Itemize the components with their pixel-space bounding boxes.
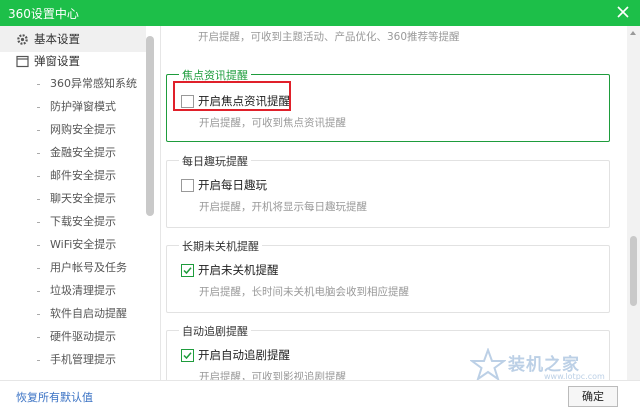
tree-dash [37,199,40,200]
main-scrollbar[interactable] [627,26,640,380]
tree-dash [37,153,40,154]
tree-dash [37,130,40,131]
option-label[interactable]: 开启每日趣玩 [198,177,267,193]
group-daily-fun: 每日趣玩提醒 开启每日趣玩 开启提醒，开机将显示每日趣玩提醒 [166,153,610,228]
group-title: 每日趣玩提醒 [179,153,251,169]
sidebar-item[interactable]: 邮件安全提示 [50,166,116,186]
sidebar-item[interactable]: 金融安全提示 [50,143,116,163]
option-label[interactable]: 开启自动追剧提醒 [198,347,290,363]
tree-dash [37,337,40,338]
tree-dash [37,291,40,292]
sidebar: 基本设置 弹窗设置 360异常感知系统 防护弹窗模式 网购安全提示 金融安全提示… [0,26,161,380]
checkbox-daily-fun[interactable] [181,179,194,192]
ok-button[interactable]: 确定 [568,386,618,407]
tree-dash [37,314,40,315]
sidebar-item[interactable]: 手机管理提示 [50,350,116,370]
scroll-up-icon[interactable] [630,31,636,35]
window-title: 360设置中心 [8,7,79,21]
sidebar-item[interactable]: 防护弹窗模式 [50,97,116,117]
group-title: 自动追剧提醒 [179,323,251,339]
tree-dash [37,245,40,246]
scrollbar-thumb[interactable] [630,236,637,306]
group-title: 长期未关机提醒 [179,238,262,254]
main-panel: 开启提醒，可收到主题活动、产品优化、360推荐等提醒 焦点资讯提醒 开启焦点资讯… [161,26,627,380]
sidebar-item[interactable]: 软件自启动提醒 [50,304,127,324]
sidebar-item[interactable]: 垃圾清理提示 [50,281,116,301]
sidebar-section-label: 弹窗设置 [34,54,80,68]
option-description: 开启提醒，长时间未关机电脑会收到相应提醒 [199,286,409,298]
checkbox-long-uptime[interactable] [181,264,194,277]
title-bar: 360设置中心 [0,0,640,26]
watermark: 装机之家 www.lotpc.com [470,348,620,382]
sidebar-item[interactable]: 硬件驱动提示 [50,327,116,347]
checkbox-auto-drama[interactable] [181,349,194,362]
option-description: 开启提醒，开机将显示每日趣玩提醒 [199,201,367,213]
tree-dash [37,176,40,177]
sidebar-section-label: 基本设置 [34,32,80,46]
option-description: 开启提醒，可收到影视追剧提醒 [199,371,346,380]
close-icon[interactable] [614,3,632,21]
tree-dash [37,268,40,269]
sidebar-item[interactable]: 下载安全提示 [50,212,116,232]
group-long-uptime: 长期未关机提醒 开启未关机提醒 开启提醒，长时间未关机电脑会收到相应提醒 [166,238,610,313]
checkmark-icon [183,267,192,275]
sidebar-item[interactable]: WiFi安全提示 [50,235,116,255]
sidebar-scrollbar[interactable] [146,36,154,216]
checkmark-icon [183,352,192,360]
bottom-bar: 恢复所有默认值 确定 [0,380,640,411]
window-icon [16,54,29,68]
option-description: 开启提醒，可收到主题活动、产品优化、360推荐等提醒 [198,31,460,43]
tree-dash [37,222,40,223]
gear-icon [16,32,29,45]
sidebar-item[interactable]: 用户帐号及任务 [50,258,127,278]
option-label[interactable]: 开启未关机提醒 [198,262,279,278]
star-logo-icon [470,348,506,382]
restore-defaults-link[interactable]: 恢复所有默认值 [16,389,93,405]
highlight-box [173,81,291,111]
sidebar-item[interactable]: 网购安全提示 [50,120,116,140]
option-description: 开启提醒，可收到焦点资讯提醒 [199,117,346,129]
tree-dash [37,84,40,85]
sidebar-item[interactable]: 聊天安全提示 [50,189,116,209]
tree-dash [37,360,40,361]
sidebar-item[interactable]: 360异常感知系统 [50,74,137,94]
tree-dash [37,107,40,108]
